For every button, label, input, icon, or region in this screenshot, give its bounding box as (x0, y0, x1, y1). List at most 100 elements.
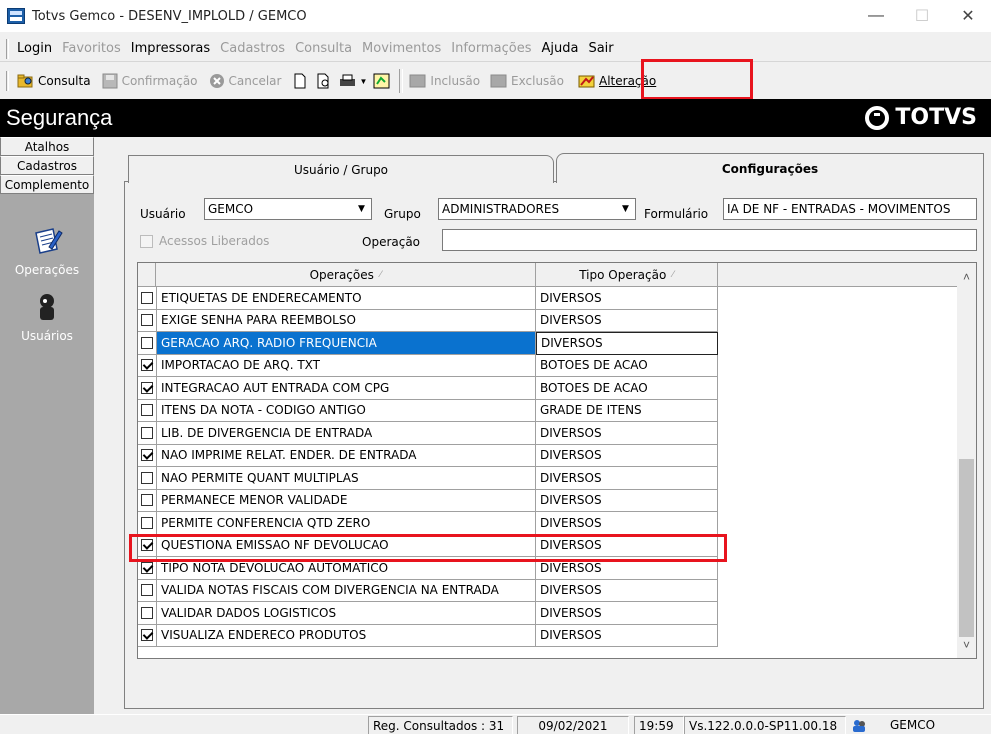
tab-usuario-grupo[interactable]: Usuário / Grupo (128, 155, 554, 183)
module-title: Segurança (6, 105, 113, 130)
row-checkbox-cell (138, 377, 156, 400)
grid-scrollbar[interactable]: ˄ ˅ (957, 263, 976, 658)
scroll-thumb[interactable] (959, 459, 974, 637)
row-tipo[interactable]: DIVERSOS (536, 579, 718, 602)
table-row[interactable]: PERMANECE MENOR VALIDADE DIVERSOS (138, 489, 958, 512)
row-checkbox[interactable] (141, 359, 153, 372)
row-operacao[interactable]: GERACAO ARQ. RADIO FREQUENCIA (156, 332, 536, 355)
row-checkbox[interactable] (141, 426, 153, 439)
exclusao-label: Exclusão (511, 74, 565, 88)
row-checkbox[interactable] (141, 494, 153, 507)
row-checkbox[interactable] (141, 336, 153, 349)
table-row[interactable]: VALIDAR DADOS LOGISTICOS DIVERSOS (138, 602, 958, 625)
row-operacao[interactable]: INTEGRACAO AUT ENTRADA COM CPG (156, 377, 536, 400)
table-row[interactable]: INTEGRACAO AUT ENTRADA COM CPG BOTOES DE … (138, 377, 958, 400)
row-checkbox[interactable] (141, 629, 153, 642)
table-row[interactable]: NAO IMPRIME RELAT. ENDER. DE ENTRADA DIVE… (138, 444, 958, 467)
row-operacao[interactable]: EXIGE SENHA PARA REEMBOLSO (156, 309, 536, 332)
usuario-select[interactable]: GEMCO ▼ (204, 198, 372, 220)
row-tipo[interactable]: DIVERSOS (536, 602, 718, 625)
row-operacao[interactable]: LIB. DE DIVERGENCIA DE ENTRADA (156, 422, 536, 445)
row-tipo[interactable]: DIVERSOS (536, 467, 718, 490)
grid-header-tipo[interactable]: Tipo Operação ⁄ (536, 263, 718, 287)
table-row[interactable]: LIB. DE DIVERGENCIA DE ENTRADA DIVERSOS (138, 422, 958, 445)
totvs-logo-text: TOTVS (895, 105, 977, 130)
row-tipo[interactable]: BOTOES DE ACAO (536, 377, 718, 400)
row-operacao[interactable]: PERMITE CONFERENCIA QTD ZERO (156, 512, 536, 535)
row-tipo[interactable]: DIVERSOS (536, 287, 718, 310)
grid-header-tipo-label: Tipo Operação (579, 268, 667, 282)
row-operacao[interactable]: VALIDA NOTAS FISCAIS COM DIVERGENCIA NA … (156, 579, 536, 602)
preview-icon[interactable] (315, 73, 333, 89)
row-checkbox-cell (138, 625, 156, 647)
table-row[interactable]: ETIQUETAS DE ENDERECAMENTO DIVERSOS (138, 287, 958, 310)
row-operacao[interactable]: ITENS DA NOTA - CODIGO ANTIGO (156, 399, 536, 422)
sidebar-tab-atalhos[interactable]: Atalhos (0, 137, 94, 156)
table-row[interactable]: PERMITE CONFERENCIA QTD ZERO DIVERSOS (138, 512, 958, 535)
sidebar-tab-complemento[interactable]: Complemento (0, 175, 94, 194)
table-row[interactable]: GERACAO ARQ. RADIO FREQUENCIA DIVERSOS (138, 332, 958, 355)
row-checkbox[interactable] (141, 471, 153, 484)
usuario-dropdown-icon[interactable]: ▼ (353, 200, 370, 218)
row-checkbox[interactable] (141, 516, 153, 529)
row-tipo[interactable]: DIVERSOS (536, 332, 718, 355)
minimize-button[interactable]: — (853, 0, 899, 32)
row-tipo[interactable]: DIVERSOS (536, 512, 718, 535)
row-checkbox[interactable] (141, 404, 153, 417)
maximize-button: ☐ (914, 8, 930, 25)
scroll-up-icon[interactable]: ˄ (957, 267, 976, 287)
scroll-down-icon[interactable]: ˅ (957, 635, 976, 655)
row-checkbox-cell (138, 400, 156, 422)
grupo-select[interactable]: ADMINISTRADORES ▼ (438, 198, 636, 220)
row-checkbox[interactable] (141, 381, 153, 394)
row-checkbox[interactable] (141, 606, 153, 619)
sidebar-tab-cadastros[interactable]: Cadastros (0, 156, 94, 175)
row-operacao[interactable]: VISUALIZA ENDERECO PRODUTOS (156, 624, 536, 647)
sidebar-item-usuarios[interactable]: Usuários (0, 291, 94, 343)
report-icon[interactable] (373, 73, 391, 89)
row-operacao[interactable]: IMPORTACAO DE ARQ. TXT (156, 354, 536, 377)
table-row[interactable]: ITENS DA NOTA - CODIGO ANTIGO GRADE DE IT… (138, 399, 958, 422)
row-tipo[interactable]: DIVERSOS (536, 624, 718, 647)
row-checkbox[interactable] (141, 449, 153, 462)
status-version: Vs.122.0.0.0-SP11.00.18 (684, 716, 846, 734)
menu-impressoras[interactable]: Impressoras (131, 41, 210, 56)
row-tipo[interactable]: DIVERSOS (536, 422, 718, 445)
toolbar: Consulta Confirmação Cancelar ▼ Inclusão (0, 64, 991, 98)
row-tipo[interactable]: DIVERSOS (536, 444, 718, 467)
grupo-dropdown-icon[interactable]: ▼ (617, 200, 634, 218)
row-operacao[interactable]: ETIQUETAS DE ENDERECAMENTO (156, 287, 536, 310)
tab-configuracoes[interactable]: Configurações (556, 153, 984, 183)
row-operacao[interactable]: PERMANECE MENOR VALIDADE (156, 489, 536, 512)
operacao-input[interactable] (442, 229, 977, 251)
row-checkbox[interactable] (141, 314, 153, 327)
table-row[interactable]: EXIGE SENHA PARA REEMBOLSO DIVERSOS (138, 309, 958, 332)
row-tipo[interactable]: DIVERSOS (536, 309, 718, 332)
row-tipo[interactable]: BOTOES DE ACAO (536, 354, 718, 377)
table-row[interactable]: IMPORTACAO DE ARQ. TXT BOTOES DE ACAO (138, 354, 958, 377)
print-dropdown-icon[interactable]: ▼ (359, 77, 367, 86)
row-checkbox[interactable] (141, 584, 153, 597)
row-tipo[interactable]: GRADE DE ITENS (536, 399, 718, 422)
alteracao-highlight (641, 59, 753, 100)
new-document-icon[interactable] (291, 73, 309, 89)
row-operacao[interactable]: NAO IMPRIME RELAT. ENDER. DE ENTRADA (156, 444, 536, 467)
menu-login[interactable]: Login (17, 41, 52, 56)
row-operacao[interactable]: VALIDAR DADOS LOGISTICOS (156, 602, 536, 625)
table-row[interactable]: VISUALIZA ENDERECO PRODUTOS DIVERSOS (138, 624, 958, 647)
table-row[interactable]: VALIDA NOTAS FISCAIS COM DIVERGENCIA NA … (138, 579, 958, 602)
print-icon[interactable] (339, 73, 357, 89)
grid-header-operacoes[interactable]: Operações ⁄ (156, 263, 536, 287)
grid-header-operacoes-label: Operações (309, 268, 374, 282)
row-checkbox[interactable] (141, 291, 153, 304)
sidebar-item-operacoes[interactable]: Operações (0, 225, 94, 277)
row-operacao[interactable]: NAO PERMITE QUANT MULTIPLAS (156, 467, 536, 490)
consulta-button[interactable]: Consulta (17, 73, 91, 89)
menu-sair[interactable]: Sair (588, 41, 613, 56)
menu-ajuda[interactable]: Ajuda (541, 41, 578, 56)
row-checkbox[interactable] (141, 561, 153, 574)
table-row[interactable]: NAO PERMITE QUANT MULTIPLAS DIVERSOS (138, 467, 958, 490)
close-button[interactable]: ✕ (945, 0, 991, 32)
formulario-field[interactable]: IA DE NF - ENTRADAS - MOVIMENTOS (723, 198, 977, 220)
row-tipo[interactable]: DIVERSOS (536, 489, 718, 512)
